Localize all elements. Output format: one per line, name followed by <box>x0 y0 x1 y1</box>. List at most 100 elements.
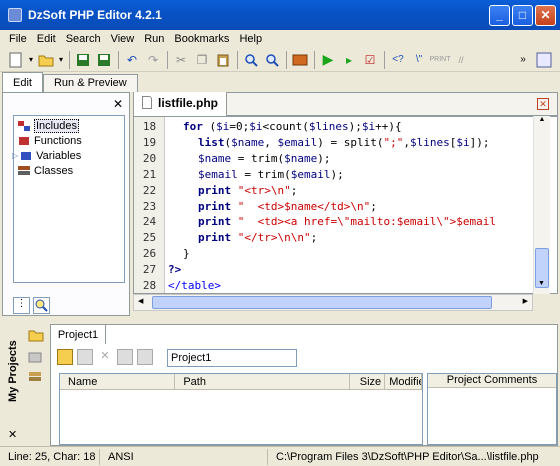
scroll-right-icon[interactable]: ▶ <box>523 297 528 305</box>
panel-close-icon[interactable]: ✕ <box>113 97 123 111</box>
code-explorer-panel: ✕ Includes Functions ▷ Variables Classes… <box>2 92 130 316</box>
code-line[interactable]: $name = trim($name); <box>198 151 330 167</box>
open-project-icon[interactable] <box>28 328 44 345</box>
file-tab[interactable]: listfile.php <box>134 92 227 116</box>
project-comments-header: Project Comments <box>428 374 556 388</box>
file-path: C:\Program Files 3\DzSoft\PHP Editor\Sa.… <box>276 450 539 463</box>
project-tab[interactable]: Project1 <box>50 324 106 344</box>
code-line[interactable]: print " <td>$name</td>\n"; <box>198 199 377 215</box>
run-icon[interactable]: ▶ <box>318 50 338 70</box>
find-icon[interactable] <box>241 50 261 70</box>
menu-search[interactable]: Search <box>61 33 106 45</box>
comment-icon[interactable]: // <box>451 50 471 70</box>
code-editor[interactable]: 18 for ($i=0;$i<count($lines);$i++){19 lis… <box>133 116 558 294</box>
menu-view[interactable]: View <box>106 33 140 45</box>
menu-file[interactable]: File <box>4 33 32 45</box>
dropdown-arrow-icon[interactable]: ▾ <box>57 50 65 70</box>
column-path[interactable]: Path <box>175 374 351 389</box>
project-stack-icon[interactable] <box>28 350 44 367</box>
undo-icon[interactable]: ↶ <box>122 50 142 70</box>
code-line[interactable]: print "</tr>\n\n"; <box>198 230 317 246</box>
scroll-down-icon[interactable]: ▼ <box>534 280 549 294</box>
code-line[interactable]: for ($i=0;$i<count($lines);$i++){ <box>183 119 402 135</box>
code-line[interactable]: } <box>183 246 190 262</box>
line-number: 28 <box>142 279 157 292</box>
code-line[interactable]: </table> <box>168 278 221 293</box>
properties-icon[interactable] <box>137 349 153 365</box>
search-tree-icon[interactable] <box>33 297 50 314</box>
menu-run[interactable]: Run <box>139 33 169 45</box>
hscroll-thumb[interactable] <box>152 296 492 309</box>
check-syntax-icon[interactable]: ☑ <box>360 50 380 70</box>
tree-label-functions: Functions <box>34 134 82 147</box>
save-all-icon[interactable] <box>94 50 114 70</box>
left-tabs: Edit Run & Preview <box>2 72 138 92</box>
tab-run-preview[interactable]: Run & Preview <box>42 74 138 92</box>
functions-icon <box>19 136 29 145</box>
line-number: 27 <box>142 263 157 277</box>
project-toggle-icon[interactable] <box>534 50 554 70</box>
menu-bookmarks[interactable]: Bookmarks <box>169 33 234 45</box>
line-number: 24 <box>142 215 157 229</box>
add-file-icon[interactable] <box>77 349 93 365</box>
app-icon <box>8 8 22 22</box>
editor-tab-bar: listfile.php ✕ <box>133 92 558 116</box>
close-button[interactable]: ✕ <box>535 4 556 26</box>
classes-icon <box>18 165 30 175</box>
file-tab-label: listfile.php <box>158 96 218 110</box>
redo-icon[interactable]: ↷ <box>143 50 163 70</box>
column-modified[interactable]: Modified <box>385 374 422 389</box>
tree-item-variables[interactable]: ▷ Variables <box>12 148 124 163</box>
replace-icon[interactable] <box>262 50 282 70</box>
cut-icon[interactable]: ✂ <box>171 50 191 70</box>
new-project-icon[interactable] <box>57 349 73 365</box>
column-size[interactable]: Size <box>350 374 386 389</box>
book-icon[interactable] <box>290 50 310 70</box>
maximize-button[interactable]: □ <box>512 4 533 26</box>
scroll-up-icon[interactable]: ▲ <box>534 116 550 130</box>
project-books-icon[interactable] <box>28 370 44 387</box>
tree-item-includes[interactable]: Includes <box>14 118 124 133</box>
project-name-field[interactable]: Project1 <box>167 349 297 367</box>
tab-edit[interactable]: Edit <box>2 72 43 92</box>
vertical-scrollbar[interactable]: ▲ ▼ <box>533 116 550 294</box>
save-icon[interactable] <box>73 50 93 70</box>
column-name[interactable]: Name <box>60 374 176 389</box>
remove-file-icon[interactable]: ✕ <box>97 349 113 365</box>
expand-arrow-icon[interactable]: ▷ <box>12 151 18 160</box>
code-line[interactable]: print " <td><a href=\"mailto:$email\">$e… <box>198 214 496 230</box>
run-selection-icon[interactable]: ▸ <box>339 50 359 70</box>
dropdown-arrow-icon[interactable]: ▾ <box>27 50 35 70</box>
tree-item-functions[interactable]: Functions <box>14 133 124 148</box>
escape-icon[interactable]: \" <box>409 50 429 70</box>
code-line[interactable]: ?> <box>168 262 181 278</box>
project-panel: ✕ Project1 Name Path Size Modified Proje… <box>50 324 558 446</box>
projects-close-x[interactable]: ✕ <box>8 428 17 441</box>
php-tag-icon[interactable]: <? <box>388 50 408 70</box>
tree-item-classes[interactable]: Classes <box>14 163 124 178</box>
scroll-left-icon[interactable]: ◀ <box>138 297 143 305</box>
open-folder-icon[interactable] <box>36 50 56 70</box>
new-file-icon[interactable] <box>6 50 26 70</box>
menu-help[interactable]: Help <box>234 33 267 45</box>
menu-edit[interactable]: Edit <box>32 33 61 45</box>
minimize-button[interactable]: _ <box>489 4 510 26</box>
horizontal-scrollbar[interactable]: ◀ ▶ <box>133 294 533 311</box>
code-line[interactable]: $email = trim($email); <box>198 167 344 183</box>
code-line[interactable]: print "<tr>\n"; <box>198 183 297 199</box>
tree-view-icon[interactable]: ⋮ <box>13 297 30 314</box>
code-line[interactable]: list($name, $email) = split(";",$lines[$… <box>198 135 489 151</box>
line-number: 18 <box>142 120 157 133</box>
file-list-header: Name Path Size Modified <box>60 374 422 390</box>
line-number: 26 <box>142 247 157 261</box>
toolbar-overflow-icon[interactable]: » <box>513 50 533 70</box>
paste-icon[interactable] <box>213 50 233 70</box>
copy-icon[interactable]: ❐ <box>192 50 212 70</box>
print-function-icon[interactable]: PRINT <box>430 50 451 70</box>
toolbar: ▾ ▾ ↶ ↷ ✂ ❐ ▶ ▸ ☑ <? \" PRINT // » <box>0 48 560 72</box>
code-tree: Includes Functions ▷ Variables Classes <box>12 115 125 283</box>
title-bar: DzSoft PHP Editor 4.2.1 _ □ ✕ <box>0 0 560 30</box>
close-file-icon[interactable]: ✕ <box>537 98 549 110</box>
includes-icon <box>18 120 30 131</box>
copy-file-icon[interactable] <box>117 349 133 365</box>
